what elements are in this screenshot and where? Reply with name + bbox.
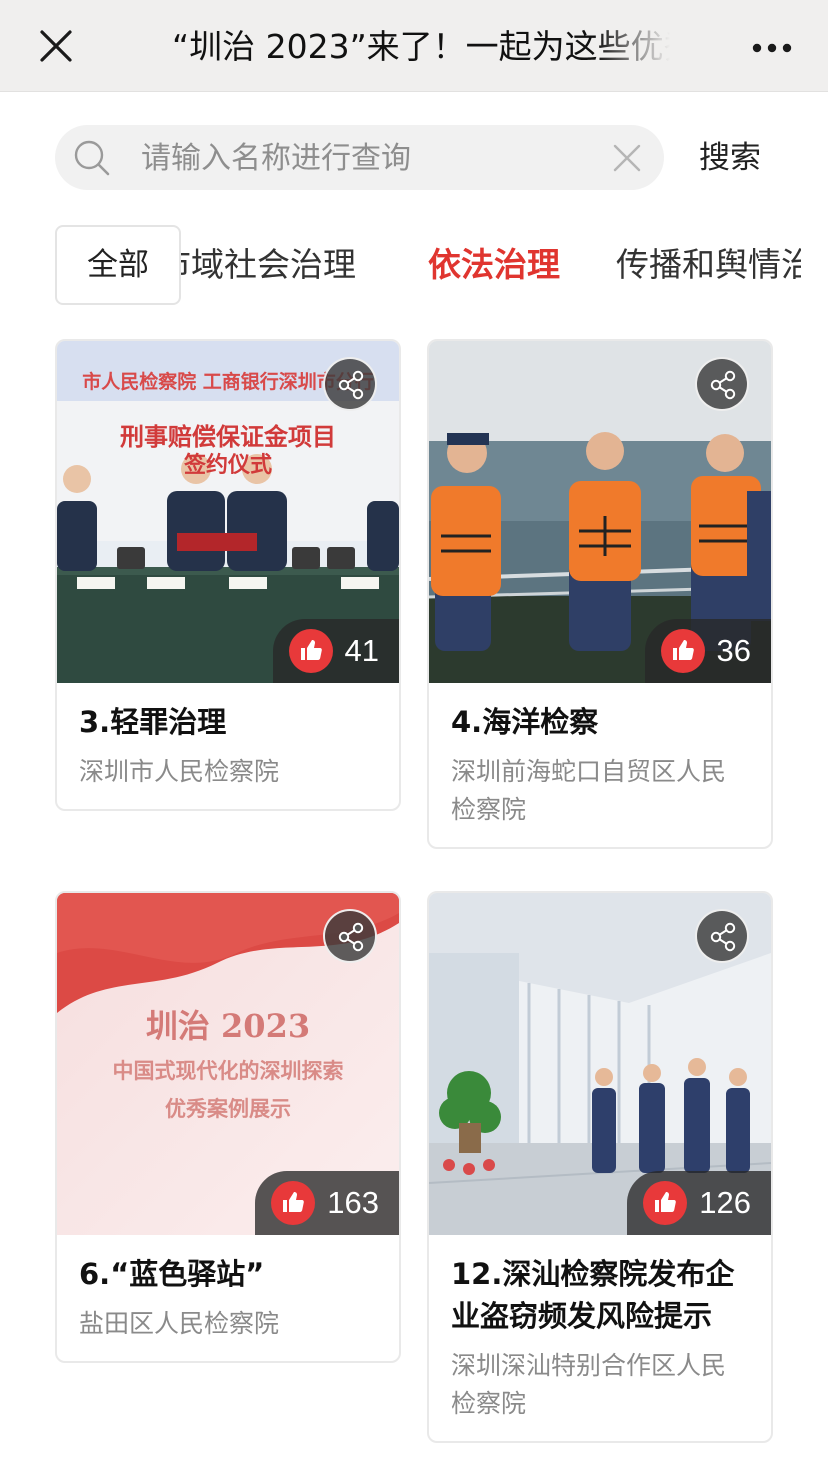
share-icon (338, 370, 364, 400)
tab-city-governance[interactable]: 市域社会治理 (181, 242, 356, 288)
clear-icon[interactable] (611, 142, 643, 174)
case-title: 6.“蓝色驿站” (79, 1257, 265, 1291)
share-button[interactable] (323, 357, 377, 411)
case-organization: 深圳前海蛇口自贸区人民检察院 (451, 757, 727, 824)
share-icon (710, 922, 736, 952)
case-image: 126 (429, 893, 771, 1235)
case-title: 12.深汕检察院发布企业盗窃频发风险提示 (451, 1257, 735, 1333)
share-button[interactable] (695, 357, 749, 411)
search-box (55, 125, 664, 190)
tab-all[interactable]: 全部 (55, 225, 181, 305)
banner-line-3: 签约仪式 (183, 453, 272, 478)
case-card[interactable]: 126 12.深汕检察院发布企业盗窃频发风险提示 深圳深汕特别合作区人民检察院 (427, 891, 773, 1443)
share-icon (338, 922, 364, 952)
thumbs-up-icon (271, 1181, 316, 1225)
like-button[interactable]: 126 (627, 1171, 771, 1235)
like-button[interactable]: 36 (644, 619, 771, 683)
like-count: 126 (699, 1185, 751, 1220)
close-icon[interactable] (36, 26, 76, 66)
case-image: 圳治 2023 中国式现代化的深圳探索 优秀案例展示 163 (57, 893, 399, 1235)
poster-title: 圳治 2023 (145, 1007, 311, 1045)
poster-subtitle: 中国式现代化的深圳探索 (112, 1059, 344, 1083)
case-image: 36 (429, 341, 771, 683)
top-nav-bar: “圳治 2023”来了！一起为这些优秀案例点赞 (0, 0, 828, 92)
case-title: 4.海洋检察 (451, 705, 599, 739)
thumbs-up-icon (288, 629, 333, 673)
share-button[interactable] (323, 909, 377, 963)
thumbs-up-icon (643, 1181, 688, 1225)
like-button[interactable]: 163 (255, 1171, 399, 1235)
more-icon[interactable] (748, 30, 796, 66)
case-organization: 深圳深汕特别合作区人民检察院 (451, 1351, 727, 1418)
case-organization: 深圳市人民检察院 (79, 757, 280, 786)
tab-scroll-area[interactable]: 市域社会治理 依法治理 传播和舆情治理 (181, 222, 801, 308)
search-input[interactable] (141, 135, 581, 181)
thumbs-up-icon (660, 629, 705, 673)
share-button[interactable] (695, 909, 749, 963)
search-button[interactable]: 搜索 (690, 136, 770, 180)
category-tabs: 全部 市域社会治理 依法治理 传播和舆情治理 (0, 222, 828, 308)
poster-caption: 优秀案例展示 (165, 1097, 291, 1121)
case-card[interactable]: 36 4.海洋检察 深圳前海蛇口自贸区人民检察院 (427, 339, 773, 849)
tab-communication-governance[interactable]: 传播和舆情治理 (616, 242, 801, 288)
case-image: 市人民检察院 工商银行深圳市分行 刑事赔偿保证金项目 签约仪式 41 (57, 341, 399, 683)
like-count: 163 (327, 1185, 379, 1220)
case-title: 3.轻罪治理 (79, 705, 227, 739)
search-row: 搜索 (0, 92, 828, 212)
case-organization: 盐田区人民检察院 (79, 1309, 280, 1338)
search-icon (73, 139, 111, 177)
case-card[interactable]: 市人民检察院 工商银行深圳市分行 刑事赔偿保证金项目 签约仪式 41 3.轻罪治… (55, 339, 401, 811)
tab-law-governance[interactable]: 依法治理 (428, 242, 560, 288)
like-count: 41 (344, 633, 379, 668)
share-icon (710, 370, 736, 400)
page-title: “圳治 2023”来了！一起为这些优秀案例点赞 (172, 27, 670, 66)
like-count: 36 (716, 633, 751, 668)
like-button[interactable]: 41 (272, 619, 399, 683)
case-card[interactable]: 圳治 2023 中国式现代化的深圳探索 优秀案例展示 163 6.“蓝色驿站” … (55, 891, 401, 1363)
